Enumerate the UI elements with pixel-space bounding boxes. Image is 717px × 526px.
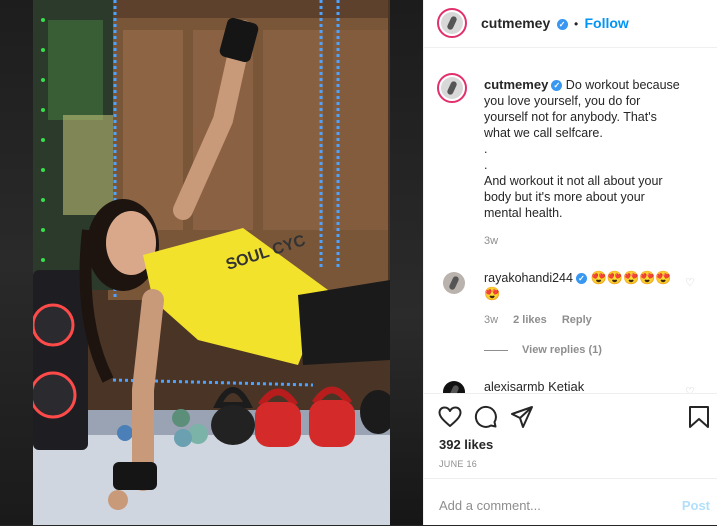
post-date[interactable]: JUNE 16	[439, 459, 477, 469]
comment-username[interactable]: alexisarmb	[484, 380, 544, 393]
caption-line: Do workout because	[565, 78, 680, 92]
like-count[interactable]: 392 likes	[439, 437, 493, 452]
comment-likes[interactable]: 2 likes	[513, 314, 547, 326]
caption-line: And workout it not all about your	[484, 174, 663, 188]
comment-item: rayakohandi244 ✓ 😍😍😍😍😍😍	[484, 270, 684, 302]
post-photo[interactable]: SOUL CYC	[33, 0, 390, 525]
author-avatar[interactable]	[437, 8, 467, 38]
post-modal: SOUL CYC cutmemey ✓ • Follow cutmemey ✓ …	[0, 0, 717, 525]
post-actions: 392 likes JUNE 16	[424, 393, 717, 479]
verified-icon: ✓	[575, 273, 587, 285]
verified-icon: ✓	[556, 19, 568, 31]
comments-section[interactable]: cutmemey ✓ Do workout because you love yo…	[424, 55, 717, 393]
caption-line: .	[484, 158, 488, 172]
comment-time[interactable]: 3w	[484, 314, 498, 326]
bookmark-icon[interactable]	[688, 405, 710, 429]
view-replies-button[interactable]: View replies (1)	[484, 344, 602, 356]
share-icon[interactable]	[510, 405, 534, 429]
backdrop-edge[interactable]	[390, 0, 423, 525]
post-comment-button[interactable]: Post	[682, 498, 710, 513]
comment-input[interactable]: Add a comment...	[439, 498, 541, 513]
comment-icon[interactable]	[474, 405, 498, 429]
post-header: cutmemey ✓ • Follow	[424, 0, 717, 48]
caption-username[interactable]: cutmemey	[484, 77, 548, 92]
comment-item: alexisarmb Ketiak	[484, 379, 584, 393]
add-comment-bar: Add a comment... Post	[424, 478, 717, 526]
verified-icon: ✓	[551, 80, 563, 92]
heart-icon[interactable]	[438, 406, 462, 428]
view-replies-label: View replies (1)	[522, 344, 602, 356]
caption-time[interactable]: 3w	[484, 235, 498, 247]
separator: •	[573, 17, 579, 31]
follow-button[interactable]: Follow	[585, 15, 629, 31]
caption-line: you love yourself, you do for	[484, 94, 641, 108]
comment-like-icon[interactable]: ♡	[685, 276, 695, 289]
caption-line: mental health.	[484, 206, 563, 220]
comment-text: Ketiak	[548, 379, 585, 393]
reply-button[interactable]: Reply	[562, 314, 592, 326]
caption-line: what we call selfcare.	[484, 126, 603, 140]
workout-photo-illustration: SOUL CYC	[33, 0, 390, 525]
caption-avatar[interactable]	[437, 73, 467, 103]
author-username[interactable]: cutmemey	[481, 15, 550, 31]
comment-like-icon[interactable]: ♡	[685, 385, 695, 393]
post-side-panel: cutmemey ✓ • Follow cutmemey ✓ Do workout…	[423, 0, 717, 525]
commenter-avatar[interactable]	[439, 268, 469, 298]
divider-line	[484, 349, 508, 351]
caption-line: .	[484, 142, 488, 156]
commenter-avatar[interactable]	[439, 377, 469, 393]
backdrop[interactable]	[0, 0, 33, 525]
comment-username[interactable]: rayakohandi244	[484, 271, 573, 285]
caption-line: body but it's more about your	[484, 190, 645, 204]
comment-meta: 3w 2 likes Reply	[484, 314, 592, 326]
caption-line: yourself not for anybody. That's	[484, 110, 657, 124]
caption: cutmemey ✓ Do workout because you love yo…	[484, 77, 700, 221]
